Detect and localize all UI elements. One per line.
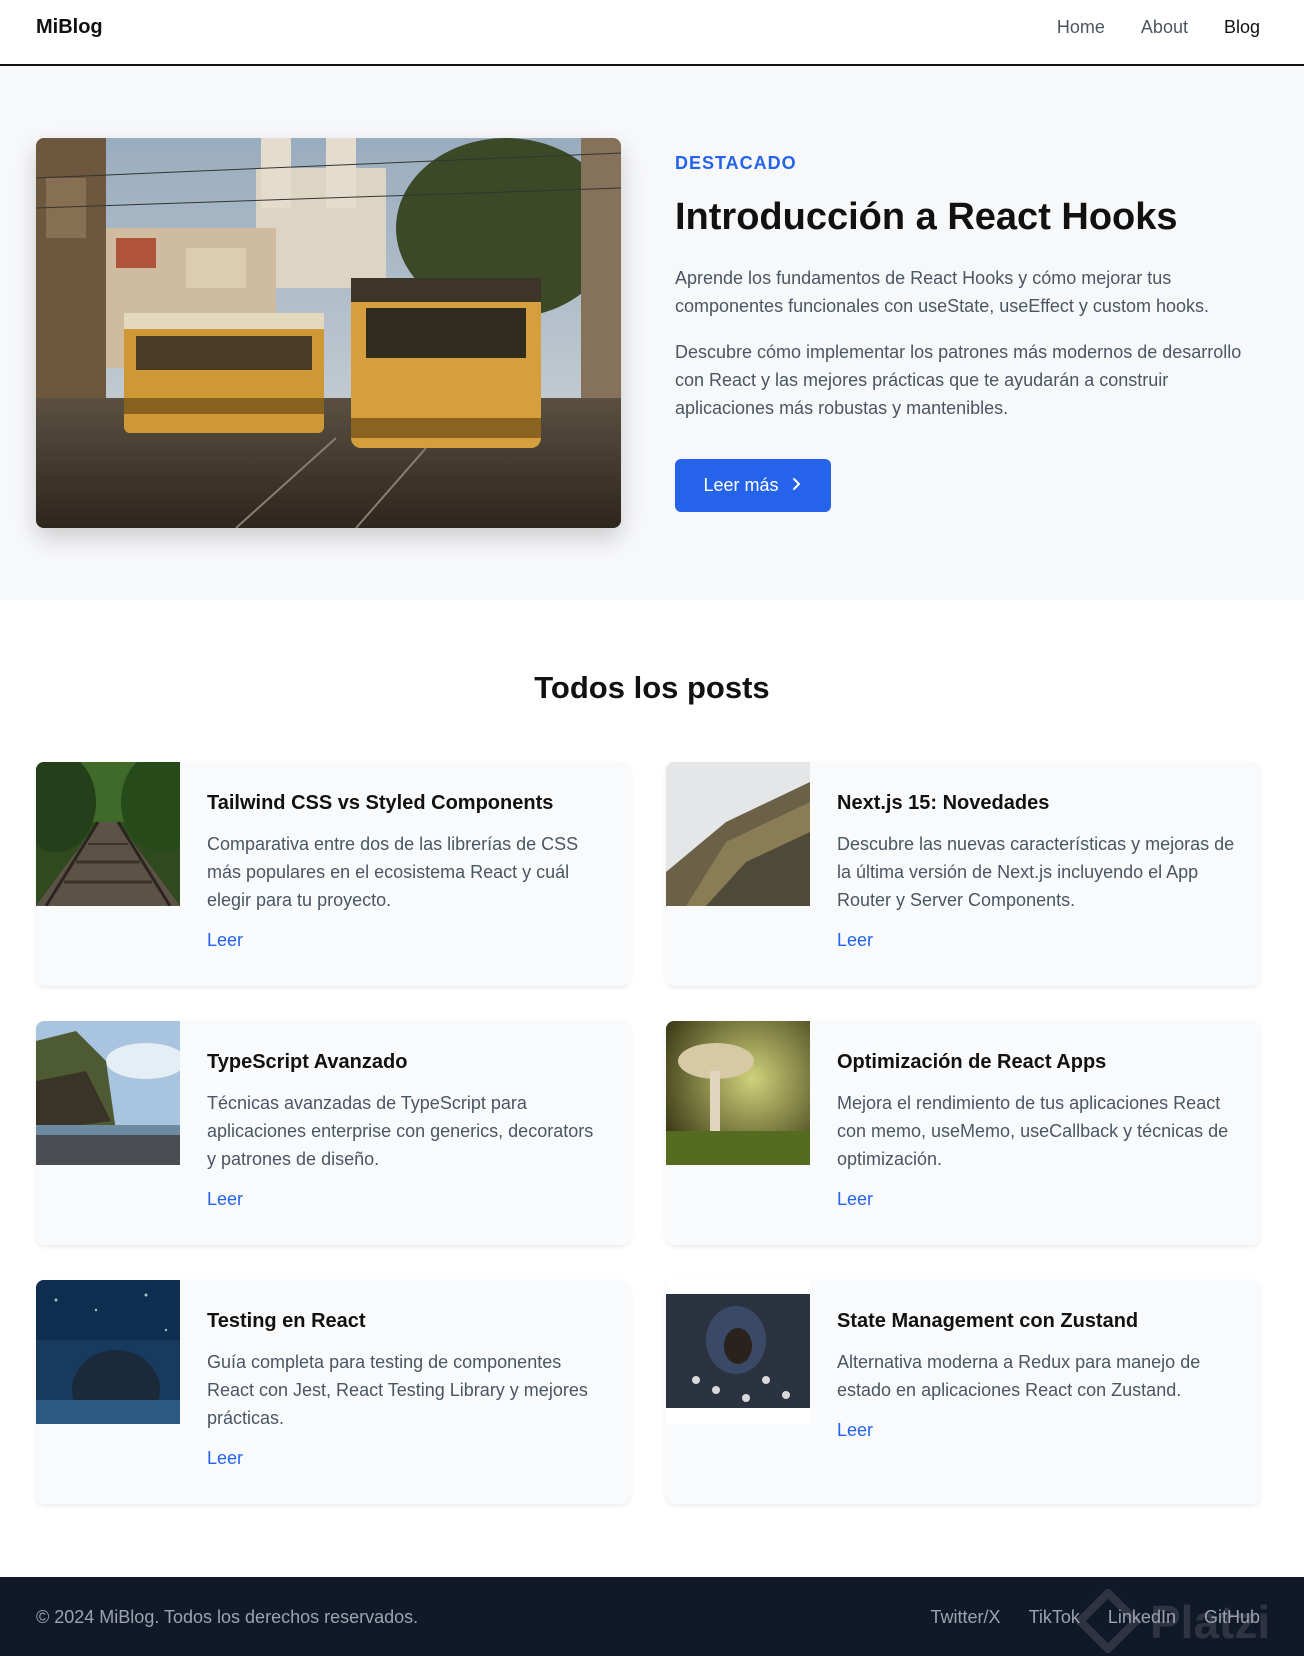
- post-excerpt: Alternativa moderna a Redux para manejo …: [837, 1352, 1201, 1400]
- post-thumbnail: [666, 1021, 810, 1165]
- nav-link-about[interactable]: About: [1141, 15, 1188, 39]
- site-logo[interactable]: MiBlog: [36, 15, 103, 39]
- post-card: Testing en React Guía completa para test…: [36, 1280, 630, 1504]
- featured-image: [36, 138, 621, 528]
- post-read-link[interactable]: Leer: [207, 1446, 243, 1470]
- post-body: TypeScript Avanzado Técnicas avanzadas d…: [207, 1049, 607, 1211]
- nav-link-home[interactable]: Home: [1057, 15, 1105, 39]
- post-body: Next.js 15: Novedades Descubre las nueva…: [837, 790, 1237, 952]
- post-read-link[interactable]: Leer: [837, 928, 873, 952]
- footer-link-twitter[interactable]: Twitter/X: [931, 1605, 1001, 1629]
- post-title: Optimización de React Apps: [837, 1051, 1107, 1073]
- post-card: Tailwind CSS vs Styled Components Compar…: [36, 762, 630, 986]
- post-body: Testing en React Guía completa para test…: [207, 1308, 607, 1470]
- featured-content: DESTACADO Introducción a React Hooks Apr…: [675, 152, 1265, 422]
- featured-post: DESTACADO Introducción a React Hooks Apr…: [0, 66, 1304, 600]
- post-body: State Management con Zustand Alternativa…: [837, 1308, 1237, 1442]
- footer-link-github[interactable]: GitHub: [1204, 1605, 1260, 1629]
- footer-link-tiktok[interactable]: TikTok: [1029, 1605, 1080, 1629]
- post-excerpt: Descubre las nuevas características y me…: [837, 834, 1235, 910]
- read-more-label: Leer más: [703, 475, 779, 495]
- nav-link-blog[interactable]: Blog: [1224, 15, 1260, 39]
- featured-title: Introducción a React Hooks: [675, 196, 1178, 238]
- post-title: State Management con Zustand: [837, 1310, 1139, 1332]
- post-title: Next.js 15: Novedades: [837, 792, 1050, 814]
- featured-description: Descubre cómo implementar los patrones m…: [675, 342, 1242, 418]
- post-card: Optimización de React Apps Mejora el ren…: [666, 1021, 1260, 1245]
- footer-link-linkedin[interactable]: LinkedIn: [1108, 1605, 1176, 1629]
- post-thumbnail: [36, 1280, 180, 1424]
- post-thumbnail: [36, 762, 180, 906]
- post-thumbnail: [666, 1280, 810, 1424]
- post-excerpt: Técnicas avanzadas de TypeScript para ap…: [207, 1093, 594, 1169]
- post-card: State Management con Zustand Alternativa…: [666, 1280, 1260, 1504]
- post-title: Tailwind CSS vs Styled Components: [207, 792, 554, 814]
- post-thumbnail: [666, 762, 810, 906]
- post-body: Optimización de React Apps Mejora el ren…: [837, 1049, 1237, 1211]
- post-excerpt: Comparativa entre dos de las librerías d…: [207, 834, 579, 910]
- post-read-link[interactable]: Leer: [207, 928, 243, 952]
- read-more-button[interactable]: Leer más: [675, 459, 831, 512]
- footer-copyright: © 2024 MiBlog. Todos los derechos reserv…: [36, 1607, 419, 1627]
- post-body: Tailwind CSS vs Styled Components Compar…: [207, 790, 607, 952]
- post-excerpt: Guía completa para testing de componente…: [207, 1352, 588, 1428]
- post-read-link[interactable]: Leer: [207, 1187, 243, 1211]
- chevron-right-icon: [791, 475, 803, 496]
- post-card: TypeScript Avanzado Técnicas avanzadas d…: [36, 1021, 630, 1245]
- post-title: TypeScript Avanzado: [207, 1051, 408, 1073]
- top-navbar: MiBlog Home About Blog: [0, 0, 1304, 66]
- post-read-link[interactable]: Leer: [837, 1187, 873, 1211]
- post-read-link[interactable]: Leer: [837, 1418, 873, 1442]
- featured-summary: Aprende los fundamentos de React Hooks y…: [675, 268, 1209, 316]
- featured-eyebrow: DESTACADO: [675, 153, 797, 173]
- post-card: Next.js 15: Novedades Descubre las nueva…: [666, 762, 1260, 986]
- footer-social-links: Twitter/X TikTok LinkedIn GitHub: [931, 1605, 1260, 1629]
- post-title: Testing en React: [207, 1310, 366, 1332]
- post-excerpt: Mejora el rendimiento de tus aplicacione…: [837, 1093, 1229, 1169]
- post-thumbnail: [36, 1021, 180, 1165]
- posts-section-title: Todos los posts: [534, 670, 770, 705]
- nav-links: Home About Blog: [1057, 15, 1260, 39]
- site-footer: Platzi © 2024 MiBlog. Todos los derechos…: [0, 1577, 1304, 1656]
